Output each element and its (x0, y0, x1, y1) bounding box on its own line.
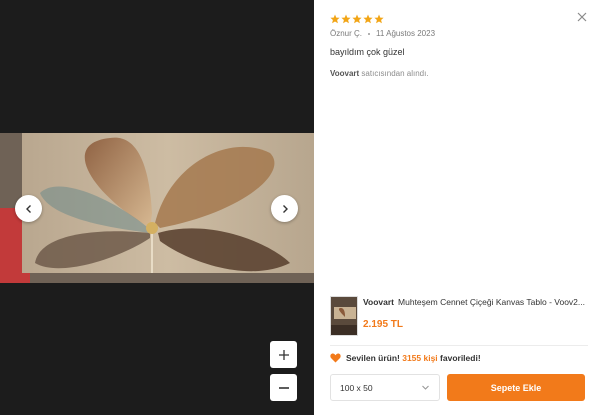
review-comment: bayıldım çok güzel (330, 47, 405, 57)
seller-suffix: satıcısından alındı. (359, 69, 429, 78)
favorite-suffix: favoriledi! (437, 353, 481, 363)
product-summary[interactable]: Voovart Muhteşem Cennet Çiçeği Kanvas Tab… (330, 296, 588, 338)
chevron-right-icon (282, 204, 288, 213)
review-date: 11 Ağustos 2023 (376, 29, 436, 38)
seller-note: Voovart satıcısından alındı. (330, 69, 429, 78)
add-to-cart-button[interactable]: Sepete Ekle (447, 374, 585, 401)
close-icon (577, 12, 587, 22)
star-icon (330, 14, 340, 24)
review-author: Öznur Ç. (330, 29, 363, 38)
previous-image-button[interactable] (15, 195, 42, 222)
product-price: 2.195 TL (363, 319, 404, 330)
favorite-info: Sevilen ürün! 3155 kişi favoriledi! (330, 353, 481, 363)
star-icon (352, 14, 362, 24)
chevron-down-icon (422, 385, 429, 390)
close-button[interactable] (576, 10, 588, 22)
star-icon (363, 14, 373, 24)
heart-icon (330, 353, 341, 363)
review-meta: Öznur Ç. 11 Ağustos 2023 (330, 29, 435, 38)
product-title[interactable]: Voovart Muhteşem Cennet Çiçeği Kanvas Tab… (363, 297, 588, 307)
size-select[interactable]: 100 x 50 (330, 374, 440, 401)
separator-dot (368, 32, 371, 35)
minus-icon (278, 386, 289, 389)
size-select-value: 100 x 50 (340, 382, 373, 393)
review-photo (0, 133, 314, 283)
next-image-button[interactable] (271, 195, 298, 222)
plus-icon (278, 349, 289, 360)
star-icon (374, 14, 384, 24)
image-viewer (0, 0, 314, 415)
favorite-count: 3155 kişi (402, 353, 438, 363)
rating-stars (330, 14, 384, 24)
favorite-prefix: Sevilen ürün! (346, 353, 403, 363)
product-thumbnail[interactable] (330, 296, 358, 336)
review-panel: Öznur Ç. 11 Ağustos 2023 bayıldım çok gü… (314, 0, 600, 415)
chevron-left-icon (25, 204, 31, 213)
product-brand: Voovart (363, 297, 395, 307)
divider (330, 345, 588, 346)
product-name: Muhteşem Cennet Çiçeği Kanvas Tablo - Vo… (398, 297, 585, 307)
seller-name[interactable]: Voovart (330, 69, 359, 78)
star-icon (341, 14, 351, 24)
zoom-out-button[interactable] (270, 374, 297, 401)
zoom-in-button[interactable] (270, 341, 297, 368)
